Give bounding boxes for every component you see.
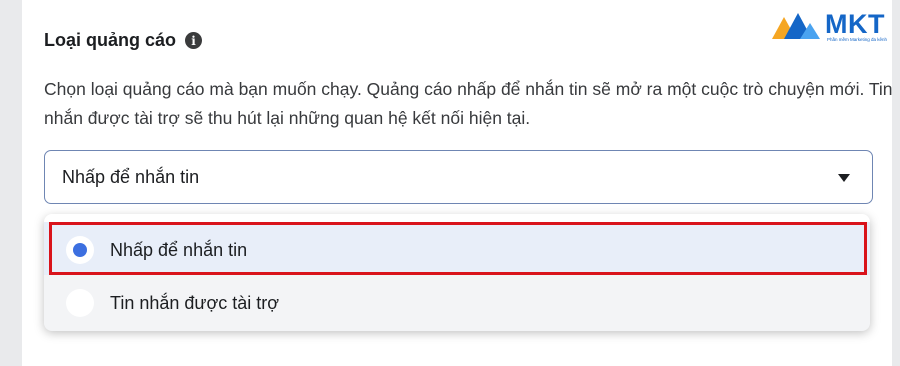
caret-down-icon[interactable] (838, 174, 850, 182)
menu-option-label: Tin nhắn được tài trợ (110, 292, 280, 313)
section-description: Chọn loại quảng cáo mà bạn muốn chạy. Qu… (44, 79, 893, 128)
info-icon[interactable]: i (185, 32, 203, 49)
ad-type-dropdown[interactable]: Nhấp để nhắn tin (44, 150, 873, 204)
logo-brand-text: MKT (825, 9, 885, 39)
mkt-logo: MKT Phần mềm Marketing đa kênh (770, 9, 895, 43)
logo-tagline: Phần mềm Marketing đa kênh (827, 37, 888, 42)
section-title-text: Loại quảng cáo (44, 30, 177, 50)
section-title: Loại quảng cáo i (44, 30, 203, 51)
mkt-logo-icon (772, 13, 820, 39)
radio-unselected-icon[interactable] (66, 289, 94, 317)
dropdown-selected-value: Nhấp để nhắn tin (62, 166, 200, 187)
menu-option-sponsored-message[interactable]: Tin nhắn được tài trợ (44, 275, 870, 331)
highlight-annotation-box (49, 222, 867, 275)
